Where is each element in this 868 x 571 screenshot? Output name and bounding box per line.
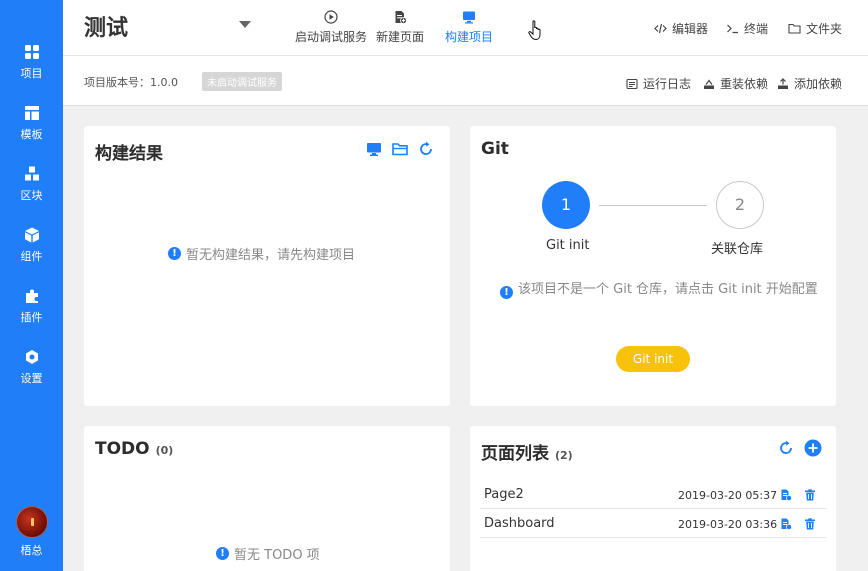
terminal-icon — [727, 24, 738, 34]
new-page-button[interactable]: 新建页面 — [374, 10, 426, 45]
edit-page-icon[interactable] — [780, 518, 792, 530]
page-list-count: (2) — [555, 449, 573, 462]
git-init-button[interactable]: Git init — [616, 346, 690, 372]
git-card: Git 1 2 Git init 关联仓库 ! 该项目不是一个 Git 仓库，请点… — [470, 126, 836, 406]
monitor-icon — [462, 10, 476, 24]
build-result-card: 构建结果 ! 暂无构建结果，请先构建项目 — [84, 126, 450, 406]
table-row[interactable]: Dashboard 2019-03-20 03:36 — [480, 509, 826, 538]
add-dependency-icon — [778, 77, 788, 89]
add-dependency-label: 添加依赖 — [794, 77, 843, 91]
open-folder-icon[interactable] — [392, 141, 408, 157]
build-result-title: 构建结果 — [95, 144, 163, 164]
page-name: Dashboard — [484, 516, 555, 531]
build-empty-text: 暂无构建结果，请先构建项目 — [186, 248, 356, 263]
build-project-label: 构建项目 — [444, 30, 493, 44]
page-date: 2019-03-20 05:37 — [678, 489, 778, 502]
sidebar-item-plugins[interactable]: 插件 — [0, 288, 63, 340]
run-log-button[interactable]: 运行日志 — [626, 75, 691, 92]
page-date: 2019-03-20 03:36 — [678, 518, 778, 531]
info-icon: ! — [168, 247, 181, 260]
build-empty-state: ! 暂无构建结果，请先构建项目 — [168, 244, 355, 263]
sidebar-item-label: 组件 — [20, 250, 43, 263]
step-2-label: 关联仓库 — [711, 242, 764, 257]
step-1-circle: 1 — [542, 181, 590, 229]
start-debug-service-button[interactable]: 启动调试服务 — [284, 10, 378, 45]
delete-icon[interactable] — [804, 489, 816, 501]
log-icon — [626, 78, 638, 89]
puzzle-icon — [24, 288, 40, 304]
user-menu[interactable]: 梧总 — [0, 506, 63, 558]
folder-label: 文件夹 — [806, 22, 843, 36]
monitor-icon[interactable] — [366, 141, 382, 157]
editor-button[interactable]: 编辑器 — [654, 20, 708, 37]
project-title: 测试 — [84, 16, 129, 41]
terminal-button[interactable]: 终端 — [726, 20, 768, 37]
hand-cursor-icon — [528, 20, 541, 41]
sidebar-item-projects[interactable]: 项目 — [0, 44, 63, 96]
todo-title: TODO (0) — [95, 439, 173, 459]
git-title: Git — [481, 139, 509, 159]
status-badge: 未启动调试服务 — [202, 72, 282, 91]
todo-count: (0) — [155, 444, 174, 457]
git-info-message: ! 该项目不是一个 Git 仓库，请点击 Git init 开始配置 — [500, 278, 820, 301]
page-list-card: 页面列表 (2) Page2 2019-03-20 05:37 Dashboard… — [470, 426, 836, 571]
layout-icon — [24, 105, 40, 121]
step-1-label: Git init — [546, 238, 590, 253]
steps-connector — [599, 205, 707, 206]
sidebar-item-components[interactable]: 组件 — [0, 227, 63, 279]
sidebar-item-label: 区块 — [20, 189, 43, 202]
refresh-icon[interactable] — [778, 440, 794, 456]
avatar[interactable] — [15, 506, 48, 538]
project-version: 项目版本号：1.0.0 — [84, 76, 178, 89]
refresh-icon[interactable] — [418, 141, 434, 157]
project-info-bar: 项目版本号：1.0.0 未启动调试服务 运行日志 重装依赖 添加依赖 — [63, 56, 868, 106]
project-switcher-caret-icon[interactable] — [239, 21, 251, 28]
add-page-icon[interactable] — [804, 439, 822, 457]
top-bar: 测试 启动调试服务 新建页面 构建项目 编辑器 终端 文件夹 — [63, 0, 868, 56]
sidebar-item-label: 插件 — [20, 311, 43, 324]
edit-page-icon[interactable] — [780, 489, 792, 501]
new-page-icon — [393, 10, 407, 24]
build-project-button[interactable]: 构建项目 — [443, 10, 495, 45]
info-icon: ! — [216, 547, 229, 560]
step-2-circle: 2 — [716, 181, 764, 229]
editor-label: 编辑器 — [672, 22, 709, 36]
code-icon — [654, 23, 667, 34]
play-icon — [324, 10, 338, 24]
folder-icon — [788, 23, 801, 34]
cube-icon — [24, 227, 40, 243]
page-list-title: 页面列表 (2) — [481, 439, 573, 464]
sidebar-item-label: 设置 — [20, 372, 43, 385]
gear-icon — [24, 349, 40, 365]
sidebar-item-templates[interactable]: 模板 — [0, 105, 63, 157]
sidebar-item-label: 项目 — [20, 67, 43, 80]
blocks-icon — [24, 166, 40, 182]
page-list-title-text: 页面列表 — [481, 444, 549, 464]
terminal-label: 终端 — [744, 22, 769, 36]
folder-button[interactable]: 文件夹 — [788, 20, 842, 37]
todo-empty-state: ! 暂无 TODO 项 — [216, 544, 320, 563]
todo-empty-text: 暂无 TODO 项 — [234, 548, 320, 563]
reinstall-dependencies-label: 重装依赖 — [720, 77, 769, 91]
sidebar-item-label: 模板 — [20, 128, 43, 141]
delete-icon[interactable] — [804, 518, 816, 530]
todo-card: TODO (0) ! 暂无 TODO 项 — [84, 426, 450, 571]
add-dependency-button[interactable]: 添加依赖 — [777, 75, 842, 92]
page-name: Page2 — [484, 487, 524, 502]
new-page-label: 新建页面 — [375, 30, 424, 44]
reinstall-dependencies-button[interactable]: 重装依赖 — [703, 75, 768, 92]
info-icon: ! — [500, 286, 513, 299]
table-row[interactable]: Page2 2019-03-20 05:37 — [480, 480, 826, 509]
todo-title-text: TODO — [95, 439, 150, 459]
git-info-text: 该项目不是一个 Git 仓库，请点击 Git init 开始配置 — [518, 282, 818, 297]
run-log-label: 运行日志 — [643, 77, 692, 91]
start-debug-service-label: 启动调试服务 — [294, 30, 367, 44]
sidebar-item-blocks[interactable]: 区块 — [0, 166, 63, 218]
sidebar: 项目 模板 区块 组件 插件 设置 梧总 — [0, 0, 63, 571]
grid-icon — [24, 44, 40, 60]
user-name: 梧总 — [20, 544, 43, 557]
sidebar-item-settings[interactable]: 设置 — [0, 349, 63, 401]
reinstall-icon — [704, 79, 714, 89]
